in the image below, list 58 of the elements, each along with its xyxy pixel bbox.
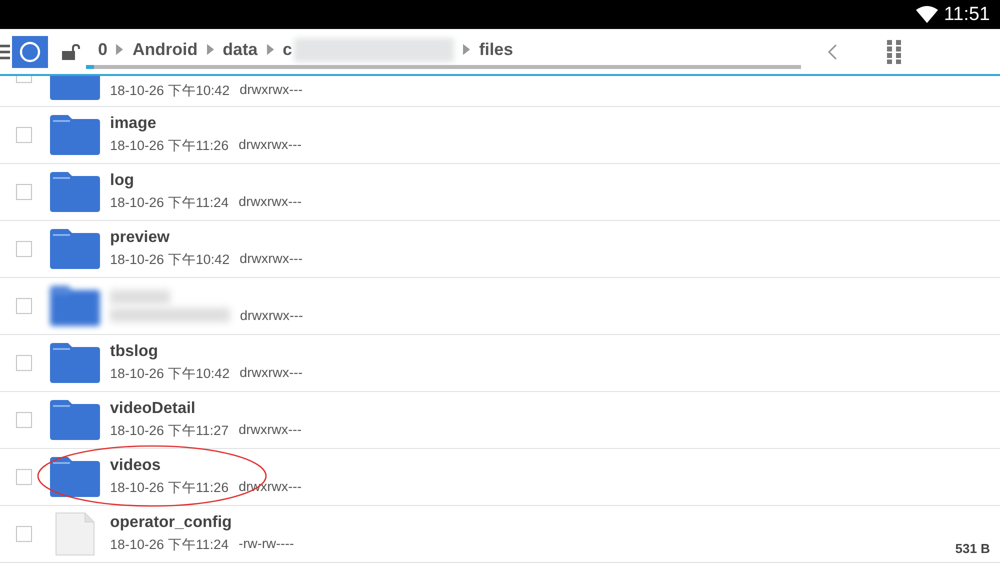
file-name: preview xyxy=(110,229,171,247)
file-date: 18-10-26 下午10:42 xyxy=(110,251,230,269)
breadcrumb-item[interactable]: data xyxy=(222,40,258,60)
chevron-icon xyxy=(116,44,124,55)
file-date: 18-10-26 下午11:24 xyxy=(110,536,229,554)
folder-icon xyxy=(50,229,100,269)
breadcrumb-item[interactable]: files xyxy=(479,40,514,60)
file-date: 18-10-26 下午11:26 xyxy=(110,137,229,155)
file-permissions: drwxrwx--- xyxy=(238,422,302,439)
file-name: log xyxy=(110,172,135,190)
file-date: 18-10-26 下午11:26 xyxy=(110,479,229,497)
checkbox[interactable] xyxy=(16,355,32,371)
folder-icon xyxy=(50,286,100,326)
checkbox[interactable] xyxy=(16,127,32,143)
back-icon[interactable] xyxy=(828,44,837,60)
file-size: 531 B xyxy=(955,541,990,556)
file-permissions: drwxrwx--- xyxy=(238,194,302,211)
file-name: videos xyxy=(110,457,162,475)
file-permissions: drwxrwx--- xyxy=(240,308,303,322)
chevron-icon xyxy=(266,44,274,55)
breadcrumb-item[interactable]: Android xyxy=(132,40,198,60)
file-name: operator_config xyxy=(110,514,233,532)
folder-icon xyxy=(50,400,100,440)
checkbox[interactable] xyxy=(16,298,32,314)
home-button[interactable] xyxy=(12,36,48,68)
breadcrumb-item[interactable]: c xyxy=(282,40,292,60)
folder-icon xyxy=(50,115,100,155)
file-permissions: drwxrwx--- xyxy=(240,82,303,99)
file-date: 18-10-26 下午10:42 xyxy=(110,82,230,100)
folder-icon xyxy=(50,343,100,383)
chevron-icon xyxy=(463,44,470,55)
file-date: 18-10-26 下午11:24 xyxy=(110,194,229,212)
file-permissions: drwxrwx--- xyxy=(240,251,303,268)
checkbox[interactable] xyxy=(16,241,32,257)
circle-icon xyxy=(19,40,41,62)
file-name: tbslog xyxy=(110,343,159,361)
wifi-icon xyxy=(916,6,938,23)
file-date: 18-10-26 下午11:27 xyxy=(110,422,229,440)
checkbox[interactable] xyxy=(16,184,32,200)
file-permissions: -rw-rw---- xyxy=(238,536,294,553)
menu-icon[interactable] xyxy=(0,44,10,60)
file-name: image xyxy=(110,115,158,133)
grid-icon[interactable] xyxy=(887,40,901,64)
checkbox[interactable] xyxy=(16,412,32,428)
folder-icon xyxy=(50,457,100,497)
chevron-icon xyxy=(206,44,214,55)
folder-icon xyxy=(50,172,100,212)
unlock-icon[interactable] xyxy=(62,44,80,60)
file-name: videoDetail xyxy=(110,400,196,418)
file-date: 18-10-26 下午10:42 xyxy=(110,365,230,383)
breadcrumb-item[interactable]: 0 xyxy=(98,40,108,60)
file-permissions: drwxrwx--- xyxy=(238,137,302,154)
file-icon xyxy=(55,512,95,556)
checkbox[interactable] xyxy=(16,526,32,542)
file-permissions: drwxrwx--- xyxy=(240,365,303,382)
checkbox[interactable] xyxy=(16,76,32,83)
status-time: 11:51 xyxy=(944,4,990,26)
checkbox[interactable] xyxy=(16,469,32,485)
